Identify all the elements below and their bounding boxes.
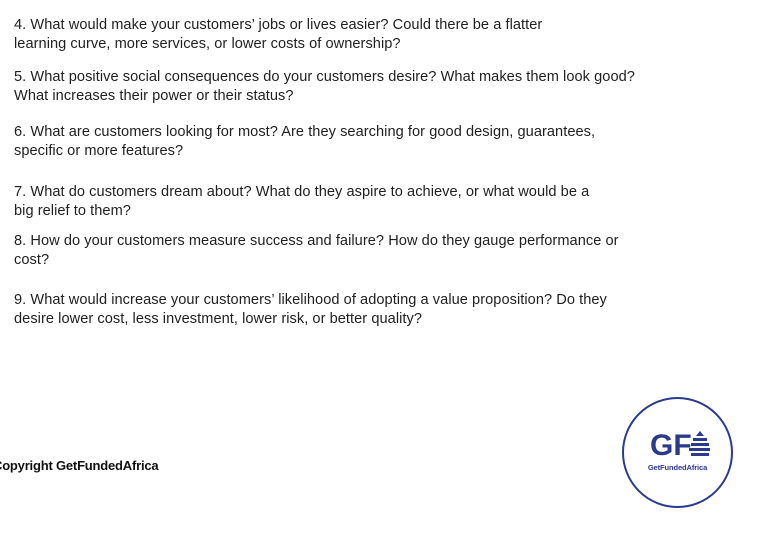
question-4-line-1: 4. What would make your customers’ jobs … [14, 17, 543, 33]
logo-name: GetFundedAfrica [647, 463, 708, 472]
logo-initials: GF [650, 429, 692, 459]
getfundedafrica-logo: GF GetFundedAfrica [622, 397, 733, 508]
question-6: 6. What are customers looking for most? … [14, 123, 595, 161]
copyright-text: Copyright GetFundedAfrica [0, 458, 159, 473]
gf-logo-mark-icon: GF [650, 429, 710, 459]
question-9-line-2: desire lower cost, less investment, lowe… [14, 311, 423, 327]
question-7-line-1: 7. What do customers dream about? What d… [14, 184, 590, 200]
question-9-line-1: 9. What would increase your customers’ l… [14, 292, 607, 308]
question-7: 7. What do customers dream about? What d… [14, 183, 589, 221]
question-5-line-2: What increases their power or their stat… [14, 88, 294, 104]
question-7-line-2: big relief to them? [14, 203, 131, 219]
question-8-line-2: cost? [14, 252, 50, 268]
question-5: 5. What positive social consequences do … [14, 68, 635, 106]
question-4-line-2: learning curve, more services, or lower … [14, 36, 401, 52]
question-8-line-1: 8. How do your customers measure success… [14, 233, 619, 249]
question-6-line-2: specific or more features? [14, 143, 184, 159]
question-6-line-1: 6. What are customers looking for most? … [14, 124, 596, 140]
question-9: 9. What would increase your customers’ l… [14, 291, 607, 329]
question-4: 4. What would make your customers’ jobs … [14, 16, 542, 54]
question-5-line-1: 5. What positive social consequences do … [14, 69, 635, 85]
question-8: 8. How do your customers measure success… [14, 232, 619, 270]
logo-leaf-icon [689, 431, 710, 456]
